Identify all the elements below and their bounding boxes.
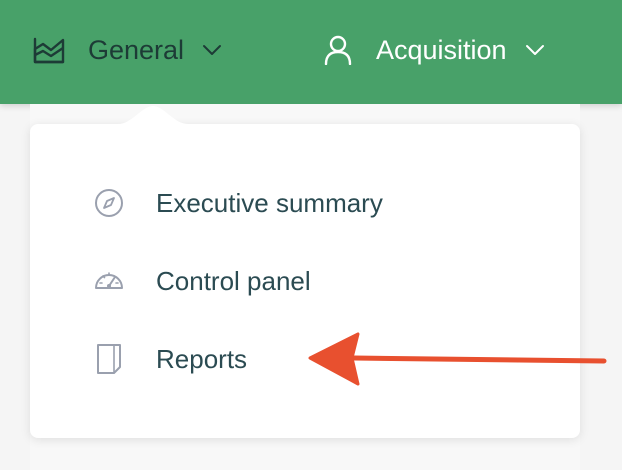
- compass-icon: [92, 186, 126, 220]
- general-dropdown-menu: Executive summary Control panel Reports: [30, 124, 580, 438]
- user-icon: [322, 35, 356, 65]
- nav-label-general: General: [88, 34, 185, 65]
- menu-item-label: Control panel: [156, 265, 311, 296]
- chevron-down-icon: [525, 43, 545, 57]
- chevron-down-icon: [202, 43, 222, 57]
- area-chart-icon: [32, 35, 66, 65]
- speedometer-icon: [92, 264, 126, 298]
- annotation-arrow: [306, 328, 608, 388]
- menu-item-executive-summary[interactable]: Executive summary: [92, 178, 522, 228]
- top-navbar: General Acquisition: [0, 0, 622, 104]
- nav-item-general[interactable]: General: [32, 0, 222, 100]
- menu-item-label: Executive summary: [156, 187, 383, 218]
- dropdown-caret: [118, 104, 188, 128]
- nav-label-acquisition: Acquisition: [376, 34, 507, 65]
- document-icon: [92, 342, 126, 376]
- menu-item-label: Reports: [156, 343, 248, 374]
- nav-item-acquisition[interactable]: Acquisition: [322, 0, 545, 100]
- menu-item-control-panel[interactable]: Control panel: [92, 256, 522, 306]
